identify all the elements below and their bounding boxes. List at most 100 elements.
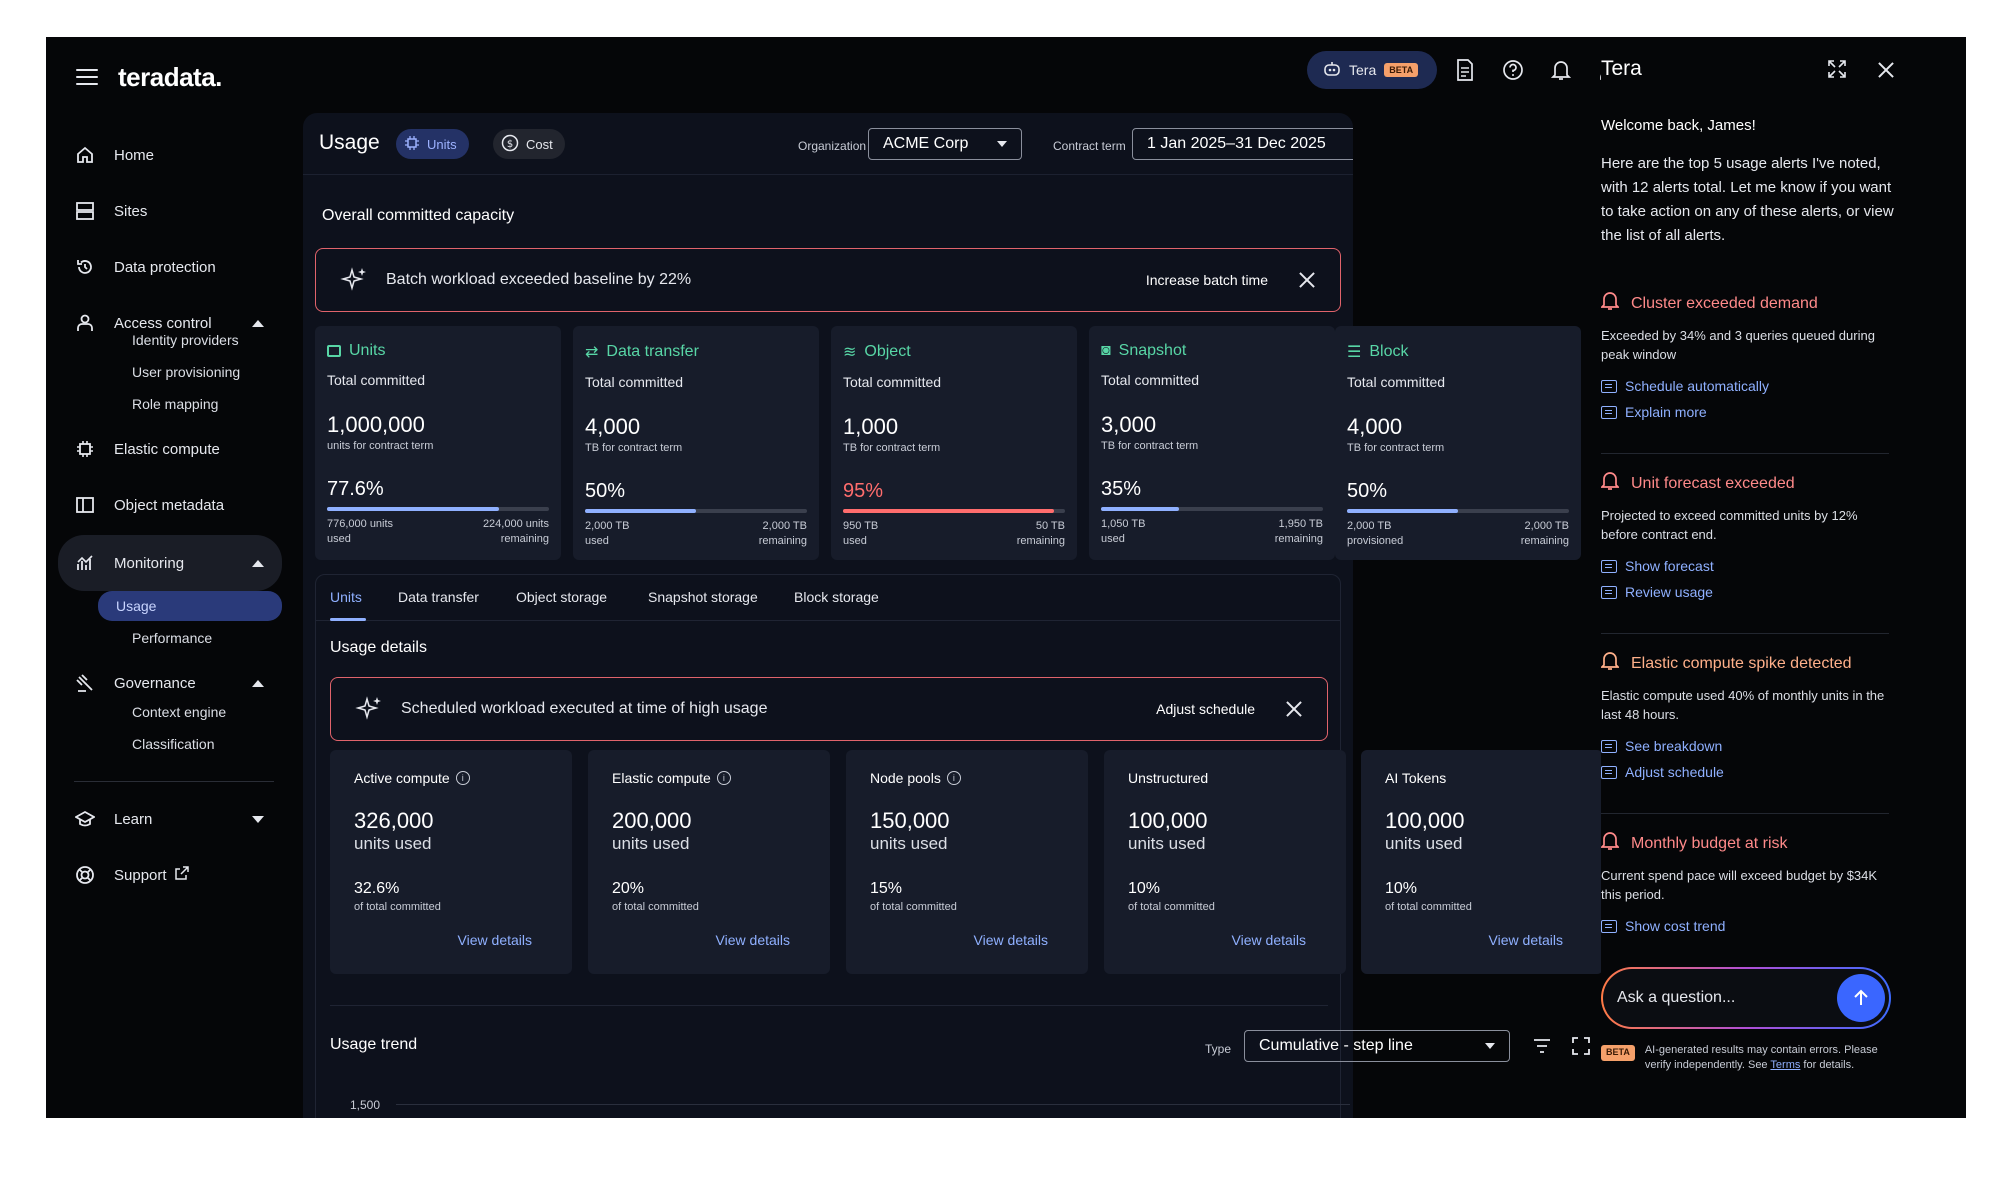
info-icon[interactable]: i [455,771,470,785]
card-unit: TB for contract term [1347,442,1445,454]
history-icon [74,256,96,278]
view-details-link[interactable]: View details [1232,932,1306,948]
chevron-up-icon[interactable] [252,559,264,567]
card-footer: 1,050 TB used 1,950 TB remaining [1101,518,1323,545]
sidebar-subitem-usage[interactable]: Usage [98,591,282,621]
sidebar-item-object-metadata[interactable]: Object metadata [58,479,282,531]
close-icon[interactable] [1298,271,1316,289]
view-details-link[interactable]: View details [458,932,532,948]
expand-icon[interactable] [1572,1037,1590,1060]
fullscreen-icon[interactable] [1827,59,1847,84]
card-percent-caption: of total committed [1385,901,1472,913]
sidebar-subitem-user-provisioning[interactable]: User provisioning [114,359,298,385]
usage-details-title: Usage details [330,639,427,656]
contract-term-select[interactable]: 1 Jan 2025–31 Dec 2025 [1132,128,1353,160]
card-title: ☰ Block [1347,343,1409,361]
usage-card-elastic-compute: Elastic compute i 200,000 units used 20% … [588,750,830,974]
storage-icon: ☰ [1347,344,1362,361]
sidebar-item-data-protection[interactable]: Data protection [58,241,282,293]
view-details-link[interactable]: View details [1489,932,1563,948]
chevron-up-icon[interactable] [252,319,264,327]
tab-data-transfer[interactable]: Data transfer [398,589,479,605]
adjust-schedule-button[interactable]: Adjust schedule [1156,701,1255,717]
chevron-up-icon[interactable] [252,679,264,687]
ask-question-box[interactable]: Ask a question... [1601,967,1891,1029]
see-breakdown-link[interactable]: See breakdown [1601,738,1891,754]
view-details-link[interactable]: View details [974,932,1048,948]
progress-bar [1101,507,1323,511]
external-link-icon [174,866,189,884]
units-toggle[interactable]: Units [396,129,469,159]
card-value: 100,000 [1128,808,1208,833]
cost-toggle[interactable]: $ Cost [493,129,565,159]
bell-alert-icon [1599,291,1621,316]
card-unit: units used [1128,834,1206,853]
close-icon[interactable] [1285,700,1303,718]
review-usage-link[interactable]: Review usage [1601,584,1891,600]
sidebar-subitem-role-mapping[interactable]: Role mapping [114,391,298,417]
sidebar-item-learn[interactable]: Learn [58,793,282,845]
increase-batch-time-button[interactable]: Increase batch time [1146,272,1268,288]
section-divider [330,1005,1328,1006]
sidebar-subitem-performance[interactable]: Performance [114,625,298,651]
caret-down-icon [1485,1043,1495,1049]
sidebar-item-home[interactable]: Home [58,129,282,181]
sidebar-item-sites[interactable]: Sites [58,185,282,237]
sidebar-item-label: Home [114,146,155,164]
send-button[interactable] [1837,974,1885,1022]
close-panel-icon[interactable] [1877,61,1895,79]
info-icon[interactable]: i [946,771,961,785]
alert-title: Unit forecast exceeded [1599,471,1891,496]
sidebar-item-label: Monitoring [114,554,185,572]
sidebar-subitem-identity-providers[interactable]: Identity providers [114,327,298,353]
sidebar-item-elastic-compute[interactable]: Elastic compute [58,423,282,475]
beta-badge: BETA [1384,63,1419,77]
sidebar-item-monitoring[interactable]: Monitoring [58,535,282,591]
tab-snapshot-storage[interactable]: Snapshot storage [648,589,758,605]
bell-icon[interactable] [1548,57,1574,83]
ask-question-input[interactable]: Ask a question... [1603,969,1889,1027]
tab-object-storage[interactable]: Object storage [516,589,607,605]
chart-gridline [396,1104,1350,1105]
help-icon[interactable] [1500,57,1526,83]
progress-fill [1101,507,1179,511]
sidebar-subitem-context-engine[interactable]: Context engine [114,699,298,725]
card-subtitle: Total committed [585,374,684,390]
card-title: Elastic compute i [612,770,806,786]
database-icon: ≋ [843,344,857,361]
sidebar-subitem-classification[interactable]: Classification [114,731,298,757]
card-percent: 32.6% [354,880,400,897]
card-percent-caption: of total committed [612,901,699,913]
explain-more-link[interactable]: Explain more [1601,404,1891,420]
organization-select[interactable]: ACME Corp [868,128,1022,160]
disclaimer-text: AI-generated results may contain errors.… [1644,1044,1878,1071]
trend-type-select[interactable]: Cumulative - step line [1244,1030,1510,1062]
capacity-card-object: ≋ Object Total committed 1,000 TB for con… [831,326,1077,560]
tab-block-storage[interactable]: Block storage [794,589,879,605]
welcome-message: Welcome back, James! [1601,117,1756,134]
card-percent: 10% [1385,880,1418,897]
bell-icon [1599,651,1621,676]
sidebar-item-support[interactable]: Support [58,849,282,901]
card-footer: 950 TB used 50 TB remaining [843,520,1065,547]
document-icon[interactable] [1452,57,1478,83]
view-details-link[interactable]: View details [716,932,790,948]
tab-units[interactable]: Units [330,589,362,605]
show-cost-trend-link[interactable]: Show cost trend [1601,918,1891,934]
card-percent: 15% [870,880,903,897]
capacity-card-snapshot: ◙ Snapshot Total committed 3,000 TB for c… [1089,326,1335,560]
adjust-schedule-link[interactable]: Adjust schedule [1601,764,1891,780]
terms-link[interactable]: Terms [1770,1059,1800,1071]
filter-icon[interactable] [1532,1037,1552,1060]
schedule-automatically-link[interactable]: Schedule automatically [1601,378,1891,394]
chart-icon [74,552,96,574]
chevron-down-icon[interactable] [252,815,264,823]
card-title: AI Tokens [1385,770,1447,786]
hamburger-menu-icon[interactable] [76,69,98,85]
tera-assistant-button[interactable]: Tera BETA [1307,51,1437,89]
info-icon[interactable]: i [716,771,731,785]
organization-label: Organization [798,139,867,153]
show-forecast-link[interactable]: Show forecast [1601,558,1891,574]
book-icon [74,494,96,516]
card-title: ≋ Object [843,343,911,361]
